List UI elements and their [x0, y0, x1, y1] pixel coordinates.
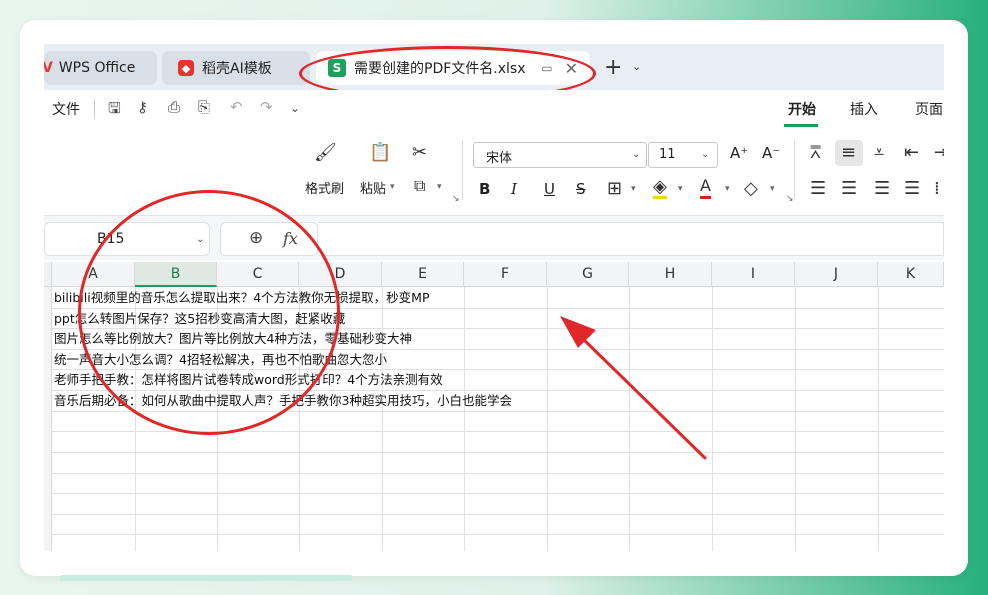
- font-expand-icon[interactable]: ↘: [786, 194, 794, 204]
- eraser-icon[interactable]: ◇: [744, 178, 758, 199]
- column-header-j[interactable]: J: [795, 262, 878, 287]
- align-top-icon[interactable]: ⩞: [810, 142, 821, 163]
- justify-icon[interactable]: ☰: [904, 178, 920, 199]
- wrap-text-icon[interactable]: ⇥: [934, 142, 944, 163]
- font-name-select[interactable]: 宋体 ⌄: [473, 142, 647, 168]
- column-header-g[interactable]: G: [547, 262, 629, 287]
- paste-label[interactable]: 粘贴: [360, 178, 386, 197]
- borders-icon[interactable]: ⊞: [607, 178, 622, 199]
- tab-wps-label: WPS Office: [58, 60, 136, 76]
- menu-file[interactable]: 文件: [52, 99, 80, 119]
- ribbon-tab-page[interactable]: 页面: [915, 99, 943, 119]
- tab-ai-label: 稻壳AI模板: [202, 61, 272, 77]
- align-middle-icon[interactable]: ≡: [841, 142, 856, 163]
- column-header-i[interactable]: I: [712, 262, 795, 287]
- red-annotation-arrow: [560, 316, 707, 460]
- paste-icon[interactable]: 📋: [369, 142, 391, 163]
- clipboard-expand-icon[interactable]: ↘: [452, 194, 460, 204]
- grid-line: [382, 287, 383, 551]
- grid-line: [464, 287, 465, 551]
- column-header-h[interactable]: H: [629, 262, 712, 287]
- print-icon[interactable]: ⎙: [168, 98, 180, 116]
- borders-chevron-icon[interactable]: ▾: [631, 184, 636, 194]
- decrease-font-icon[interactable]: A⁻: [762, 144, 780, 162]
- copy-icon[interactable]: ⧉: [414, 176, 425, 196]
- print-preview-icon[interactable]: ⎘: [198, 98, 210, 116]
- grid-line: [52, 493, 944, 494]
- align-bottom-icon[interactable]: ⩡: [874, 142, 884, 163]
- bold-button[interactable]: B: [479, 180, 490, 198]
- tab-ai-template[interactable]: ◆ 稻壳AI模板: [162, 51, 310, 85]
- grid-line: [52, 514, 944, 515]
- format-painter-label[interactable]: 格式刷: [305, 178, 344, 197]
- select-all-corner[interactable]: [44, 262, 52, 287]
- distributed-icon[interactable]: ⁞: [934, 178, 940, 199]
- docer-logo-icon: ◆: [178, 60, 194, 76]
- grid-line: [52, 473, 944, 474]
- wps-logo-icon: V: [44, 60, 53, 76]
- red-annotation-circle: [78, 190, 340, 435]
- align-center-icon[interactable]: ☰: [841, 178, 857, 199]
- chevron-down-icon: ⌄: [632, 149, 641, 160]
- italic-button[interactable]: I: [511, 180, 517, 198]
- underline-button[interactable]: U: [544, 180, 555, 198]
- tab-bar: V WPS Office ◆ 稻壳AI模板 S 需要创建的PDF文件名.xlsx…: [44, 44, 944, 101]
- ribbon-tab-home[interactable]: 开始: [788, 99, 816, 119]
- menu-bar: 文件 🖫 ⚷ ⎙ ⎘ ↶ ↷ ⌄ 开始 插入 页面: [44, 90, 944, 128]
- fill-color-chevron-icon[interactable]: ▾: [678, 184, 683, 194]
- ribbon-tab-home-underline: [784, 124, 818, 127]
- format-painter-icon[interactable]: 🖌: [314, 142, 337, 163]
- strikethrough-button[interactable]: S: [576, 180, 586, 198]
- chevron-down-icon[interactable]: ⌄: [632, 60, 641, 73]
- font-size-value: 11: [659, 147, 676, 162]
- column-header-k[interactable]: K: [878, 262, 944, 287]
- copy-chevron-icon[interactable]: ▾: [437, 182, 442, 192]
- card-accent-bar: [60, 575, 352, 581]
- grid-line: [795, 287, 796, 551]
- ribbon-divider: [462, 140, 463, 200]
- menu-divider: [94, 99, 95, 119]
- align-right-icon[interactable]: ☰: [874, 178, 890, 199]
- column-header-e[interactable]: E: [382, 262, 464, 287]
- row-header-strip[interactable]: [44, 287, 52, 551]
- chevron-down-icon: ⌄: [701, 149, 710, 160]
- decrease-indent-icon[interactable]: ⇤: [904, 142, 919, 163]
- paste-chevron-icon[interactable]: ▾: [390, 182, 395, 192]
- align-left-icon[interactable]: ☰: [810, 178, 826, 199]
- grid-line: [52, 534, 944, 535]
- ribbon-divider: [794, 140, 795, 200]
- save-icon[interactable]: 🖫: [108, 98, 121, 123]
- new-tab-button[interactable]: +: [604, 55, 622, 80]
- increase-font-icon[interactable]: A⁺: [730, 144, 748, 162]
- grid-line: [52, 452, 944, 453]
- formula-input[interactable]: [318, 222, 944, 256]
- cut-icon[interactable]: ✂: [412, 142, 427, 163]
- font-name-value: 宋体: [486, 151, 513, 166]
- key-icon[interactable]: ⚷: [137, 98, 148, 116]
- fill-color-icon[interactable]: ◈: [653, 178, 667, 199]
- redo-icon[interactable]: ↷: [260, 98, 273, 116]
- ribbon-tab-insert[interactable]: 插入: [850, 99, 878, 119]
- font-color-icon[interactable]: A: [700, 176, 711, 199]
- column-header-f[interactable]: F: [464, 262, 547, 287]
- undo-icon[interactable]: ↶: [230, 98, 243, 116]
- font-color-chevron-icon[interactable]: ▾: [725, 184, 730, 194]
- eraser-chevron-icon[interactable]: ▾: [770, 184, 775, 194]
- quick-access-chevron-icon[interactable]: ⌄: [290, 101, 300, 115]
- font-size-select[interactable]: 11 ⌄: [648, 142, 718, 168]
- tab-wps-office[interactable]: V WPS Office: [44, 51, 157, 85]
- grid-line: [878, 287, 879, 551]
